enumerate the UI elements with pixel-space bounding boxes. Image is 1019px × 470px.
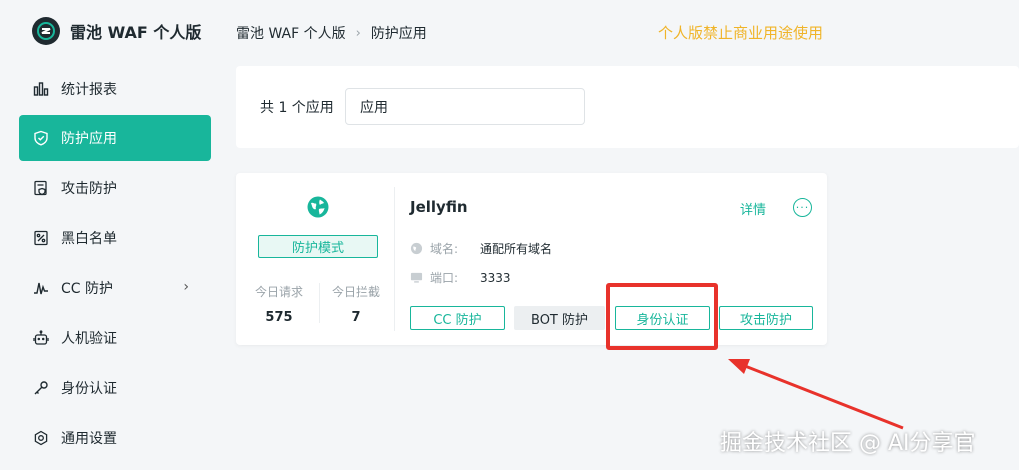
card-divider bbox=[394, 187, 395, 331]
safeline-logo-icon bbox=[32, 17, 60, 45]
brand[interactable]: 雷池 WAF 个人版 bbox=[32, 16, 201, 46]
sidebar: 雷池 WAF 个人版 统计报表 防护应用 攻击防护 黑白名单 CC 防护 › 人… bbox=[0, 0, 228, 470]
stat-value: 7 bbox=[351, 310, 361, 325]
domain-value: 通配所有域名 bbox=[480, 242, 553, 256]
app-card: 防护模式 今日请求 575 今日拦截 7 Jellyfin 详情 ··· 域名:… bbox=[236, 173, 827, 345]
globe-small-icon bbox=[410, 242, 423, 255]
stat-label: 今日请求 bbox=[254, 285, 303, 299]
robot-icon bbox=[33, 330, 49, 346]
document-shield-icon bbox=[33, 180, 49, 196]
bot-protection-tag[interactable]: BOT 防护 bbox=[514, 306, 605, 330]
sidebar-item-label: 身份认证 bbox=[61, 381, 117, 397]
port-value: 3333 bbox=[480, 270, 511, 285]
sidebar-item-label: 黑白名单 bbox=[61, 231, 117, 247]
annotation-highlight-box bbox=[606, 283, 718, 350]
search-input[interactable]: 应用 bbox=[345, 88, 585, 125]
shield-icon bbox=[33, 130, 49, 146]
domain-row: 域名: 通配所有域名 bbox=[410, 240, 552, 257]
stat-divider bbox=[319, 283, 320, 323]
monitor-icon bbox=[410, 272, 423, 283]
gear-icon bbox=[33, 430, 49, 446]
stat-value: 575 bbox=[265, 310, 293, 325]
ellipsis-icon: ··· bbox=[795, 201, 810, 214]
sidebar-item-captcha[interactable]: 人机验证 bbox=[19, 315, 211, 361]
watermark: 掘金技术社区 @ AI分享官 bbox=[720, 431, 976, 456]
license-notice: 个人版禁止商业用途使用 bbox=[658, 24, 824, 42]
brand-title: 雷池 WAF 个人版 bbox=[70, 23, 202, 42]
app-card-summary: 防护模式 今日请求 575 今日拦截 7 bbox=[236, 173, 394, 345]
sidebar-item-protected-apps[interactable]: 防护应用 bbox=[19, 115, 211, 161]
sidebar-item-label: 防护应用 bbox=[61, 131, 117, 147]
sidebar-item-authentication[interactable]: 身份认证 bbox=[19, 365, 211, 411]
chevron-right-icon: › bbox=[355, 25, 361, 41]
key-icon bbox=[33, 380, 49, 396]
chevron-right-icon: › bbox=[183, 279, 189, 295]
stat-blocked-today: 今日拦截 7 bbox=[321, 283, 391, 325]
breadcrumb-item-current: 防护应用 bbox=[370, 26, 427, 42]
globe-icon bbox=[307, 196, 329, 218]
app-count: 共 1 个应用 bbox=[260, 100, 334, 116]
list-check-icon bbox=[33, 230, 49, 246]
sidebar-item-label: 攻击防护 bbox=[61, 181, 117, 197]
stat-label: 今日拦截 bbox=[331, 285, 380, 299]
attack-protection-tag[interactable]: 攻击防护 bbox=[719, 306, 813, 330]
more-options-button[interactable]: ··· bbox=[793, 198, 812, 217]
protection-mode-badge[interactable]: 防护模式 bbox=[258, 235, 378, 258]
sidebar-item-general-settings[interactable]: 通用设置 bbox=[19, 415, 211, 461]
app-name: Jellyfin bbox=[410, 198, 468, 216]
breadcrumb: 雷池 WAF 个人版 › 防护应用 bbox=[236, 22, 427, 44]
detail-link[interactable]: 详情 bbox=[740, 199, 766, 218]
sidebar-item-label: 通用设置 bbox=[61, 431, 117, 447]
sidebar-item-attack-protection[interactable]: 攻击防护 bbox=[19, 165, 211, 211]
sidebar-item-label: 统计报表 bbox=[61, 82, 117, 98]
filter-panel: 共 1 个应用 应用 bbox=[236, 66, 1019, 148]
sidebar-item-cc-protection[interactable]: CC 防护 › bbox=[19, 265, 211, 311]
bar-chart-icon bbox=[33, 81, 49, 97]
sidebar-item-label: CC 防护 bbox=[61, 281, 114, 297]
sidebar-item-label: 人机验证 bbox=[61, 331, 117, 347]
sidebar-item-statistics[interactable]: 统计报表 bbox=[19, 66, 211, 112]
app-root: 雷池 WAF 个人版 统计报表 防护应用 攻击防护 黑白名单 CC 防护 › 人… bbox=[0, 0, 1019, 470]
cc-protection-tag[interactable]: CC 防护 bbox=[410, 306, 505, 330]
port-label: 端口: bbox=[430, 271, 459, 285]
pulse-icon bbox=[33, 280, 49, 296]
port-row: 端口: 3333 bbox=[410, 269, 511, 286]
sidebar-item-allow-block-list[interactable]: 黑白名单 bbox=[19, 215, 211, 261]
stat-requests-today: 今日请求 575 bbox=[244, 283, 314, 325]
breadcrumb-item-home[interactable]: 雷池 WAF 个人版 bbox=[236, 23, 346, 43]
domain-label: 域名: bbox=[430, 242, 459, 256]
